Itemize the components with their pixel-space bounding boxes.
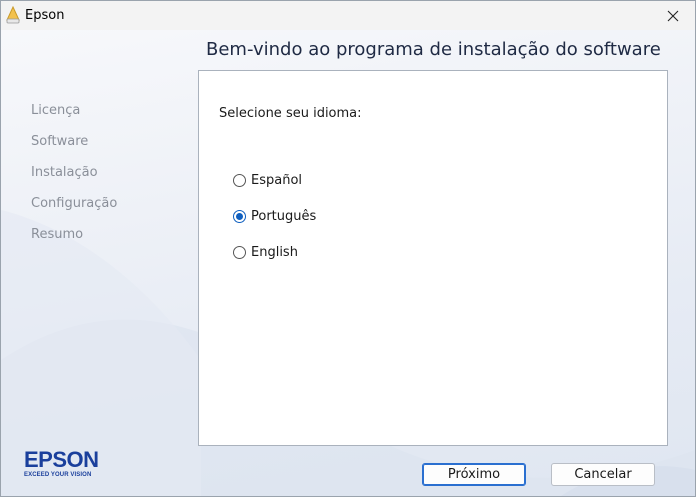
close-icon xyxy=(667,10,679,21)
cancel-button[interactable]: Cancelar xyxy=(551,463,655,486)
step-item-software: Software xyxy=(31,134,89,149)
installer-window: Epson Bem-vindo ao programa de instalaçã… xyxy=(0,0,696,497)
installer-content: Bem-vindo ao programa de instalação do s… xyxy=(1,30,695,496)
step-item-licenca: Licença xyxy=(31,103,81,118)
language-panel: Selecione seu idioma: Español Português … xyxy=(198,70,668,446)
radio-button[interactable] xyxy=(233,174,246,187)
logo-wordmark: EPSON xyxy=(24,447,99,472)
title-bar: Epson xyxy=(1,1,695,30)
next-button[interactable]: Próximo xyxy=(422,463,526,486)
step-item-instalacao: Instalação xyxy=(31,165,98,180)
epson-logo: EPSON EXCEED YOUR VISION xyxy=(24,447,99,479)
radio-option-english[interactable]: English xyxy=(233,245,298,260)
radio-label: Português xyxy=(251,209,317,224)
page-title: Bem-vindo ao programa de instalação do s… xyxy=(206,39,661,60)
radio-button[interactable] xyxy=(233,246,246,259)
radio-option-portugues[interactable]: Português xyxy=(233,209,316,224)
language-prompt: Selecione seu idioma: xyxy=(219,106,362,121)
step-item-configuracao: Configuração xyxy=(31,196,118,211)
step-list: Licença Software Instalação Configuração… xyxy=(31,103,117,258)
epson-installer-icon xyxy=(6,6,20,24)
step-item-resumo: Resumo xyxy=(31,227,84,242)
radio-button-selected[interactable] xyxy=(233,210,246,223)
logo-tagline: EXCEED YOUR VISION xyxy=(24,472,92,478)
radio-option-espanol[interactable]: Español xyxy=(233,173,302,188)
close-button[interactable] xyxy=(651,1,695,30)
window-title: Epson xyxy=(25,8,65,23)
radio-label: Español xyxy=(251,173,303,188)
radio-label: English xyxy=(251,245,298,260)
